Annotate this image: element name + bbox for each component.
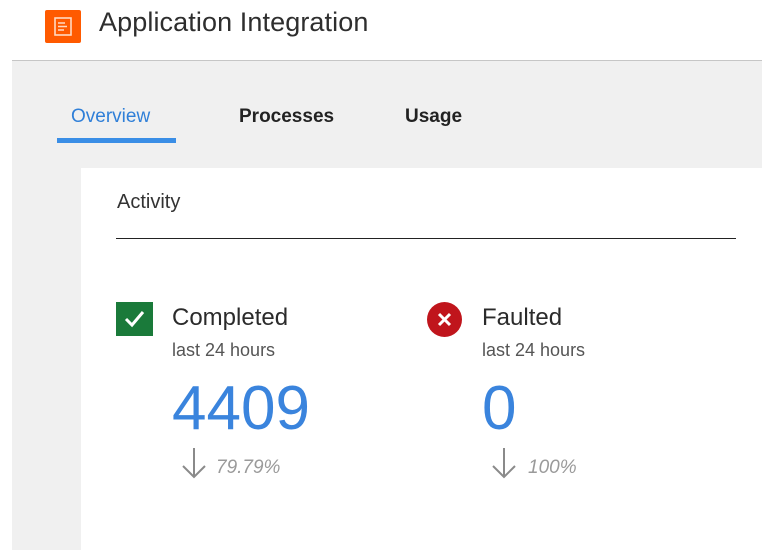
x-circle-icon <box>427 302 462 337</box>
activity-divider <box>116 238 736 239</box>
faulted-change: 100% <box>528 457 577 478</box>
faulted-label: Faulted <box>482 304 563 331</box>
check-icon <box>116 302 153 336</box>
app-logo[interactable] <box>45 10 81 43</box>
completed-period: last 24 hours <box>172 340 276 360</box>
active-tab-indicator <box>57 138 176 143</box>
activity-title: Activity <box>117 191 181 213</box>
completed-change: 79.79% <box>216 457 281 478</box>
app-header: Application Integration <box>0 0 762 60</box>
tab-usage[interactable]: Usage <box>405 106 462 128</box>
faulted-period: last 24 hours <box>482 340 586 360</box>
completed-count[interactable]: 4409 <box>172 373 310 445</box>
completed-label: Completed <box>172 304 289 331</box>
app-title: Application Integration <box>99 7 369 37</box>
tab-processes[interactable]: Processes <box>239 106 334 128</box>
tab-overview[interactable]: Overview <box>71 106 150 128</box>
faulted-count[interactable]: 0 <box>482 373 516 445</box>
